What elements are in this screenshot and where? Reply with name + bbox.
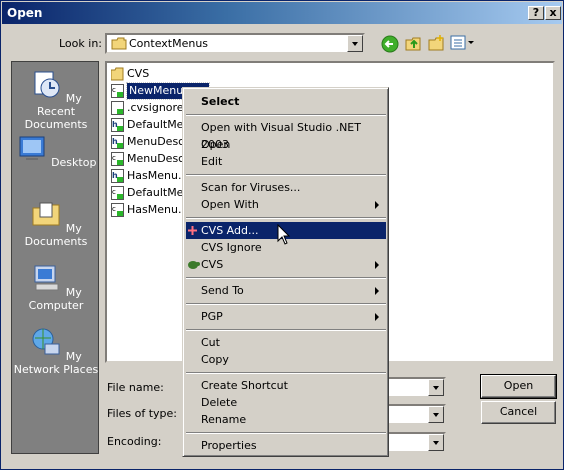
cpp-file-icon: c [111, 152, 124, 166]
menu-item-cut[interactable]: Cut [186, 334, 386, 351]
menu-item-open[interactable]: Open [186, 136, 386, 153]
menu-separator [186, 372, 386, 374]
look-in-combo[interactable]: ContextMenus [105, 33, 365, 54]
cvs-add-icon [188, 226, 197, 235]
files-of-type-dropdown-arrow[interactable] [428, 406, 444, 423]
recent-documents-icon [34, 71, 60, 98]
place-label: Desktop [51, 156, 97, 169]
header-file-icon: h [111, 118, 124, 132]
file-name-label: File name: [107, 381, 164, 394]
submenu-arrow-icon [375, 313, 379, 321]
menu-item-cvs[interactable]: CVS [186, 256, 386, 273]
menu-item-create-shortcut[interactable]: Create Shortcut [186, 377, 386, 394]
menu-item-properties[interactable]: Properties [186, 437, 386, 454]
file-name: CVS [127, 67, 150, 80]
open-button[interactable]: Open [480, 374, 557, 399]
window-title: Open [7, 6, 43, 20]
tortoise-icon [188, 261, 200, 269]
menu-separator [186, 329, 386, 331]
up-folder-icon[interactable] [404, 34, 422, 52]
cancel-button[interactable]: Cancel [481, 401, 556, 424]
encoding-label: Encoding: [107, 435, 162, 448]
header-file-icon: h [111, 135, 124, 149]
menu-item-label: CVS [201, 258, 224, 271]
place-recent-documents[interactable]: My Recent Documents [12, 68, 100, 131]
text-file-icon [111, 101, 124, 115]
file-name-combo[interactable] [381, 377, 446, 398]
menu-item-select[interactable]: Select [186, 93, 386, 110]
menu-item-copy[interactable]: Copy [186, 351, 386, 368]
menu-item-send-to[interactable]: Send To [186, 282, 386, 299]
place-my-documents[interactable]: My Documents [12, 198, 100, 248]
place-network-places[interactable]: My Network Places [12, 326, 100, 376]
file-name-dropdown-arrow[interactable] [428, 379, 444, 396]
menu-separator [186, 432, 386, 434]
new-folder-icon[interactable] [427, 34, 445, 52]
menu-item-label: Send To [201, 284, 244, 297]
menu-item-rename[interactable]: Rename [186, 411, 386, 428]
menu-item-label: PGP [201, 310, 223, 323]
svg-text:c: c [112, 86, 116, 94]
file-name: HasMenu.h [127, 169, 189, 182]
context-menu: Select Open with Visual Studio .NET 2003… [182, 87, 389, 457]
cpp-file-icon: c [111, 186, 124, 200]
help-button[interactable]: ? [528, 6, 544, 20]
open-dialog: Open ? x Look in: ContextMenus My Recent… [0, 0, 564, 470]
desktop-icon [19, 136, 45, 160]
encoding-dropdown-arrow[interactable] [428, 434, 444, 451]
back-icon[interactable] [381, 35, 399, 53]
file-name: .cvsignore [127, 101, 184, 114]
svg-text:c: c [112, 154, 116, 162]
files-of-type-label: Files of type: [107, 407, 178, 420]
cpp-file-icon: c [111, 203, 124, 217]
submenu-arrow-icon [375, 287, 379, 295]
mouse-cursor-icon [277, 224, 291, 245]
menu-item-scan-for-viruses[interactable]: Scan for Viruses... [186, 179, 386, 196]
encoding-combo[interactable] [381, 432, 446, 453]
menu-item-edit[interactable]: Edit [186, 153, 386, 170]
menu-item-open-with-visual-studio[interactable]: Open with Visual Studio .NET 2003 [186, 119, 386, 151]
menu-item-label: Open With [201, 198, 259, 211]
svg-text:c: c [112, 205, 116, 213]
look-in-value: ContextMenus [129, 37, 209, 50]
place-my-computer[interactable]: My Computer [12, 262, 100, 312]
close-button[interactable]: x [545, 6, 561, 20]
menu-separator [186, 277, 386, 279]
look-in-dropdown-arrow[interactable] [347, 35, 363, 52]
title-bar[interactable]: Open ? x [2, 2, 562, 24]
menu-separator [186, 174, 386, 176]
menu-item-label: CVS Add... [201, 224, 259, 237]
views-menu-icon[interactable] [450, 35, 476, 51]
menu-item-pgp[interactable]: PGP [186, 308, 386, 325]
folder-icon [111, 67, 124, 81]
files-of-type-combo[interactable] [381, 404, 446, 425]
menu-separator [186, 114, 386, 116]
folder-icon [111, 37, 127, 50]
network-places-icon [32, 328, 60, 355]
cpp-file-icon: c [111, 84, 124, 98]
menu-item-delete[interactable]: Delete [186, 394, 386, 411]
menu-separator [186, 217, 386, 219]
places-bar: My Recent Documents Desktop My Documents [11, 61, 99, 454]
menu-item-open-with[interactable]: Open With [186, 196, 386, 213]
my-computer-icon [34, 265, 59, 291]
svg-text:c: c [112, 188, 116, 196]
submenu-arrow-icon [375, 201, 379, 209]
my-documents-icon [32, 202, 60, 226]
submenu-arrow-icon [375, 261, 379, 269]
place-desktop[interactable]: Desktop [12, 132, 100, 169]
look-in-label: Look in: [59, 37, 102, 50]
header-file-icon: h [111, 169, 124, 183]
menu-separator [186, 303, 386, 305]
